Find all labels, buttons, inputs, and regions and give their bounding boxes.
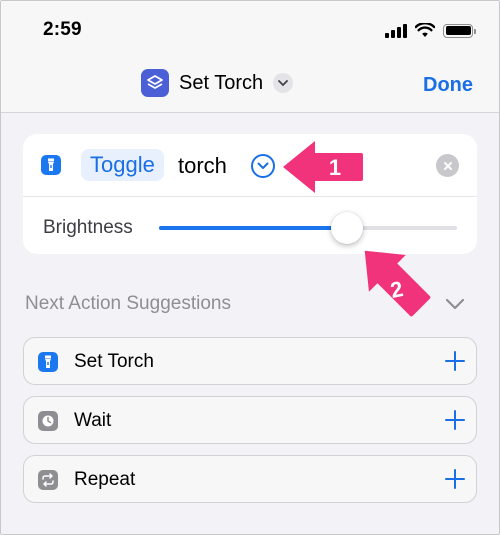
done-button[interactable]: Done xyxy=(423,74,473,97)
battery-icon xyxy=(443,23,476,38)
brightness-label: Brightness xyxy=(43,217,133,238)
chevron-down-icon[interactable] xyxy=(273,73,294,93)
suggestion-item-wait[interactable]: Wait xyxy=(23,396,477,444)
nav-title[interactable]: Set Torch xyxy=(141,69,294,97)
status-icons xyxy=(385,23,476,38)
slider-fill xyxy=(159,226,347,230)
remove-action-icon[interactable] xyxy=(436,154,459,177)
status-time: 2:59 xyxy=(43,19,82,40)
torch-icon xyxy=(38,352,58,372)
annotation-arrow-2: 2 xyxy=(364,250,431,317)
torch-label: torch xyxy=(178,153,227,178)
suggestion-item-repeat[interactable]: Repeat xyxy=(23,455,477,503)
expand-chevron-icon[interactable] xyxy=(251,154,275,178)
suggestion-label: Set Torch xyxy=(74,351,154,372)
suggestion-item-set-torch[interactable]: Set Torch xyxy=(23,337,477,385)
action-row: Toggle torch xyxy=(23,134,477,197)
clock-icon xyxy=(38,411,58,431)
suggestion-label: Repeat xyxy=(74,469,136,490)
torch-icon xyxy=(41,155,61,175)
suggestions-header: Next Action Suggestions xyxy=(25,293,231,314)
header: 2:59 Set Torch Done xyxy=(1,1,499,113)
annotation-arrow-1: 1 xyxy=(283,141,363,193)
add-icon[interactable] xyxy=(444,409,466,431)
suggestion-label: Wait xyxy=(74,410,112,431)
toggle-parameter-chip[interactable]: Toggle xyxy=(81,149,164,181)
annotation-number-1: 1 xyxy=(329,155,341,180)
set-torch-action-card: Toggle torch Brightness xyxy=(23,134,477,254)
shortcut-editor-screen: 2:59 Set Torch Done Toggle torch Brightn… xyxy=(0,0,500,535)
repeat-icon xyxy=(38,470,58,490)
shortcuts-app-icon xyxy=(141,69,169,97)
wifi-icon xyxy=(415,23,435,37)
chevron-down-icon[interactable] xyxy=(445,297,465,315)
add-icon[interactable] xyxy=(444,350,466,372)
add-icon[interactable] xyxy=(444,468,466,490)
page-title: Set Torch xyxy=(179,71,264,94)
cellular-signal-icon xyxy=(385,23,407,38)
